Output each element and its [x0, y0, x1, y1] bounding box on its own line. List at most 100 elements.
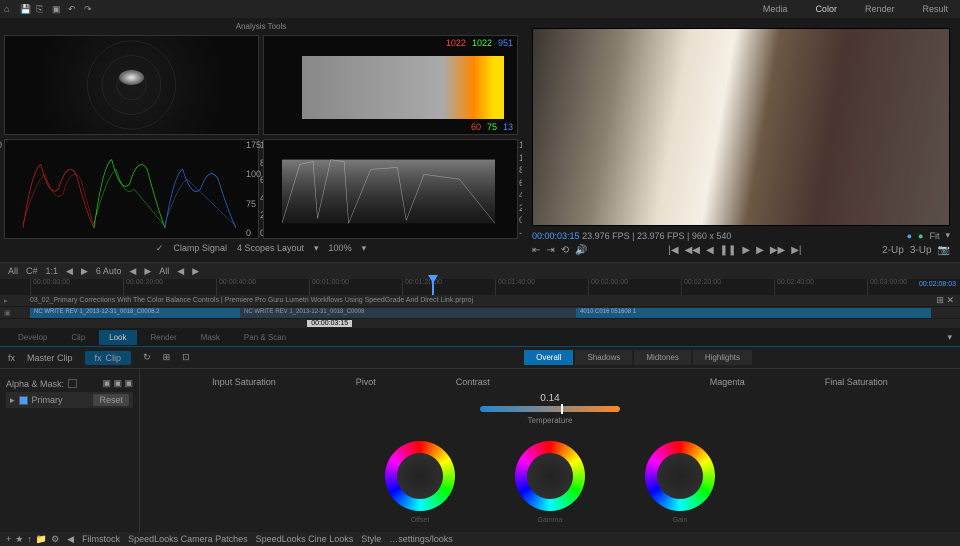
export-icon[interactable]: ⎘	[36, 4, 46, 14]
view-3up[interactable]: 3-Up	[910, 245, 932, 256]
temperature-label: Temperature	[528, 416, 573, 425]
tab-media[interactable]: Media	[755, 2, 796, 16]
folder-icon[interactable]: ▣	[52, 4, 62, 14]
timeline-ruler[interactable]: 00:00:00:00 00:00:20:00 00:00:40:00 00:0…	[0, 279, 960, 295]
video-track[interactable]: ▣ NC WRITE REV 1_2013-12-31_0018_C0008.2…	[0, 307, 960, 319]
star-icon[interactable]: ★	[15, 534, 23, 545]
snapshot-icon[interactable]: 📷	[938, 245, 950, 256]
column-headers: Input SaturationPivotContrastMagentaFina…	[212, 377, 888, 387]
tab-mask[interactable]: Mask	[191, 330, 230, 345]
grid-icon[interactable]: ⊞	[163, 352, 171, 363]
histogram-bottom-values: 60 75 13	[471, 122, 513, 132]
offset-wheel[interactable]	[385, 441, 455, 511]
lower-panel-tabs: Develop Clip Look Render Mask Pan & Scan…	[0, 329, 960, 347]
fit-dropdown[interactable]: Fit	[929, 231, 939, 241]
view-2up[interactable]: 2-Up	[882, 245, 904, 256]
step-fwd-icon[interactable]: ▶	[756, 245, 764, 256]
mark-out-icon[interactable]: ⇥	[546, 245, 554, 256]
footer-cine-looks[interactable]: SpeedLooks Cine Looks	[256, 534, 354, 544]
tab-clip[interactable]: Clip	[61, 330, 95, 345]
primary-checkbox[interactable]	[19, 396, 28, 405]
top-toolbar: ⌂ 💾 ⎘ ▣ ↶ ↷ Media Color Render Result	[0, 0, 960, 18]
play-icon[interactable]: ▶	[742, 245, 750, 256]
tc-track: 00:00:03:15	[0, 319, 960, 329]
loop-icon[interactable]: ↻	[143, 352, 151, 363]
folder-open-icon[interactable]: 📁	[36, 534, 47, 545]
scopes-title: Analysis Tools	[2, 20, 520, 33]
rewind-icon[interactable]: ◀◀	[685, 245, 700, 256]
undo-icon[interactable]: ↶	[68, 4, 78, 14]
vectorscope[interactable]	[4, 35, 259, 135]
clear-io-icon[interactable]: ⟲	[561, 245, 569, 256]
tab-look[interactable]: Look	[99, 330, 136, 345]
footer-settings-looks[interactable]: …settings/looks	[389, 534, 453, 544]
histogram-rgb-values: 1022 1022 951	[446, 38, 513, 48]
footer-filmstock[interactable]: Filmstock	[82, 534, 120, 544]
range-overall[interactable]: Overall	[524, 350, 573, 365]
histogram[interactable]: 1022 1022 951 60 75 13	[263, 35, 518, 135]
timeline-zoom-11[interactable]: 1:1	[46, 266, 59, 276]
temperature-slider[interactable]	[480, 406, 620, 412]
tab-panscan[interactable]: Pan & Scan	[234, 330, 296, 345]
gain-wheel[interactable]	[645, 441, 715, 511]
scopes-layout-dropdown[interactable]: 4 Scopes Layout	[237, 243, 304, 254]
temperature-value: 0.14	[540, 393, 559, 404]
range-highlights[interactable]: Highlights	[693, 350, 752, 365]
footer-camera-patches[interactable]: SpeedLooks Camera Patches	[128, 534, 248, 544]
chevron-down-icon[interactable]: ▾	[947, 332, 960, 343]
transport-controls: |◀ ◀◀ ◀ ❚❚ ▶ ▶ ▶▶ ▶|	[668, 245, 801, 256]
go-start-icon[interactable]: |◀	[668, 245, 678, 256]
grading-left-panel: Alpha & Mask: ▣ ▣ ▣ ▸ Primary Reset	[0, 369, 140, 532]
gear-icon[interactable]: ⚙	[51, 534, 59, 545]
reset-button[interactable]: Reset	[93, 394, 129, 406]
clip-b: 4010 C016 051608 1	[576, 308, 931, 318]
grading-panel: fx Master Clip fxClip ↻ ⊞ ⊡ Overall Shad…	[0, 347, 960, 532]
gamma-wheel[interactable]	[515, 441, 585, 511]
mark-in-icon[interactable]: ⇤	[532, 245, 540, 256]
pause-icon[interactable]: ❚❚	[720, 245, 737, 256]
footer-style[interactable]: Style	[361, 534, 381, 544]
tab-result[interactable]: Result	[914, 2, 956, 16]
audio-icon[interactable]: 🔊	[575, 245, 587, 256]
clamp-signal-toggle[interactable]: Clamp Signal	[173, 243, 227, 254]
redo-icon[interactable]: ↷	[84, 4, 94, 14]
save-icon[interactable]: 💾	[20, 4, 30, 14]
preview-info: 00:00:03:15 23.976 FPS | 23.976 FPS | 96…	[532, 231, 731, 241]
close-track-icon[interactable]: ⊞ ✕	[936, 295, 954, 306]
tab-render[interactable]: Render	[857, 2, 903, 16]
clip-button[interactable]: fxClip	[85, 351, 132, 365]
luma-left-scale: 175100750	[246, 140, 261, 238]
go-end-icon[interactable]: ▶|	[791, 245, 801, 256]
step-back-icon[interactable]: ◀	[706, 245, 714, 256]
timeline-filter-all[interactable]: All	[8, 266, 18, 276]
alpha-checkbox[interactable]	[68, 379, 77, 388]
range-shadows[interactable]: Shadows	[575, 350, 632, 365]
add-icon[interactable]: +	[6, 534, 11, 545]
scopes-zoom[interactable]: 100%	[329, 243, 352, 254]
scopes-footer: ✓Clamp Signal 4 Scopes Layout▾ 100%▾	[2, 241, 520, 256]
luma-waveform[interactable]: 175100750 127810238186144092050-205	[263, 139, 518, 239]
up-icon[interactable]: ↑	[27, 534, 32, 545]
clip-a: NC WRITE REV 1_2013-12-31_0018_C0008.2	[30, 308, 241, 318]
timeline-all2[interactable]: All	[159, 266, 169, 276]
preview-panel: 00:00:03:15 23.976 FPS | 23.976 FPS | 96…	[522, 18, 960, 262]
home-icon[interactable]: ⌂	[4, 4, 14, 14]
ffwd-icon[interactable]: ▶▶	[770, 245, 785, 256]
tab-color[interactable]: Color	[807, 2, 845, 16]
preview-monitor[interactable]	[532, 28, 950, 226]
toolbar-left-icons: ⌂ 💾 ⎘ ▣ ↶ ↷	[4, 4, 94, 14]
settings-icon[interactable]: ⊡	[182, 352, 190, 363]
fx-icon[interactable]: fx	[8, 353, 15, 363]
timeline-end-tc: 00:02:08:03	[919, 281, 956, 288]
timeline-auto[interactable]: 6 Auto	[96, 266, 122, 276]
rgb-parade[interactable]: 100806040200 10238186144092050	[4, 139, 259, 239]
tab-render-lower[interactable]: Render	[141, 330, 187, 345]
range-midtones[interactable]: Midtones	[634, 350, 690, 365]
footer-bar: + ★ ↑ 📁 ⚙ ◀ Filmstock SpeedLooks Camera …	[0, 532, 960, 546]
timeline-cs[interactable]: C#	[26, 266, 38, 276]
track-title: ▸ 03_02_Primary Corrections With The Col…	[0, 295, 960, 307]
tab-develop[interactable]: Develop	[8, 330, 57, 345]
alpha-mask-label: Alpha & Mask:	[6, 379, 64, 389]
timeline-panel: All C# 1:1 ◀▶ 6 Auto ◀▶ All ◀▶ 00:00:00:…	[0, 262, 960, 329]
in-out-controls: ⇤ ⇥ ⟲ 🔊	[532, 245, 588, 256]
